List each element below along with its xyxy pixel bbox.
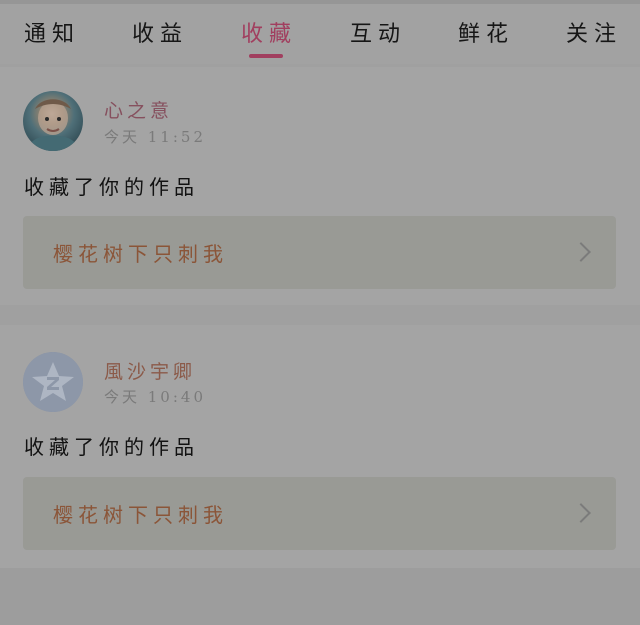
anime-avatar-icon xyxy=(31,99,75,151)
tab-interactions[interactable]: 互动 xyxy=(350,16,406,48)
chevron-right-icon xyxy=(571,503,591,523)
work-title: 樱花树下只刺我 xyxy=(53,242,228,266)
tab-bar: 通知 收益 收藏 互动 鲜花 关注 xyxy=(0,4,640,64)
work-link[interactable]: 樱花树下只刺我 xyxy=(23,216,616,289)
action-text: 收藏了你的作品 xyxy=(24,435,199,459)
avatar[interactable] xyxy=(23,91,83,151)
chevron-right-icon xyxy=(571,242,591,262)
qq-default-avatar-icon xyxy=(23,352,83,412)
tab-follow[interactable]: 关注 xyxy=(566,16,622,48)
tab-favorites[interactable]: 收藏 xyxy=(241,16,297,48)
work-title: 樱花树下只刺我 xyxy=(53,503,228,527)
avatar[interactable] xyxy=(23,352,83,412)
user-name[interactable]: 風沙宇卿 xyxy=(104,357,196,384)
tab-notifications[interactable]: 通知 xyxy=(24,16,80,48)
screen: 通知 收益 收藏 互动 鲜花 关注 心之意 今天 11:52 收藏了你的作品 樱… xyxy=(0,0,640,625)
user-name[interactable]: 心之意 xyxy=(104,96,173,123)
tab-flowers[interactable]: 鲜花 xyxy=(458,16,514,48)
timestamp: 今天 11:52 xyxy=(104,128,206,146)
work-link[interactable]: 樱花树下只刺我 xyxy=(23,477,616,550)
timestamp: 今天 10:40 xyxy=(104,388,206,406)
bottom-background xyxy=(0,568,640,625)
active-tab-indicator xyxy=(249,54,283,58)
tab-earnings[interactable]: 收益 xyxy=(132,16,188,48)
action-text: 收藏了你的作品 xyxy=(24,175,199,199)
notification-card: 心之意 今天 11:52 收藏了你的作品 樱花树下只刺我 xyxy=(0,67,640,305)
notification-card: 風沙宇卿 今天 10:40 收藏了你的作品 樱花树下只刺我 xyxy=(0,325,640,568)
